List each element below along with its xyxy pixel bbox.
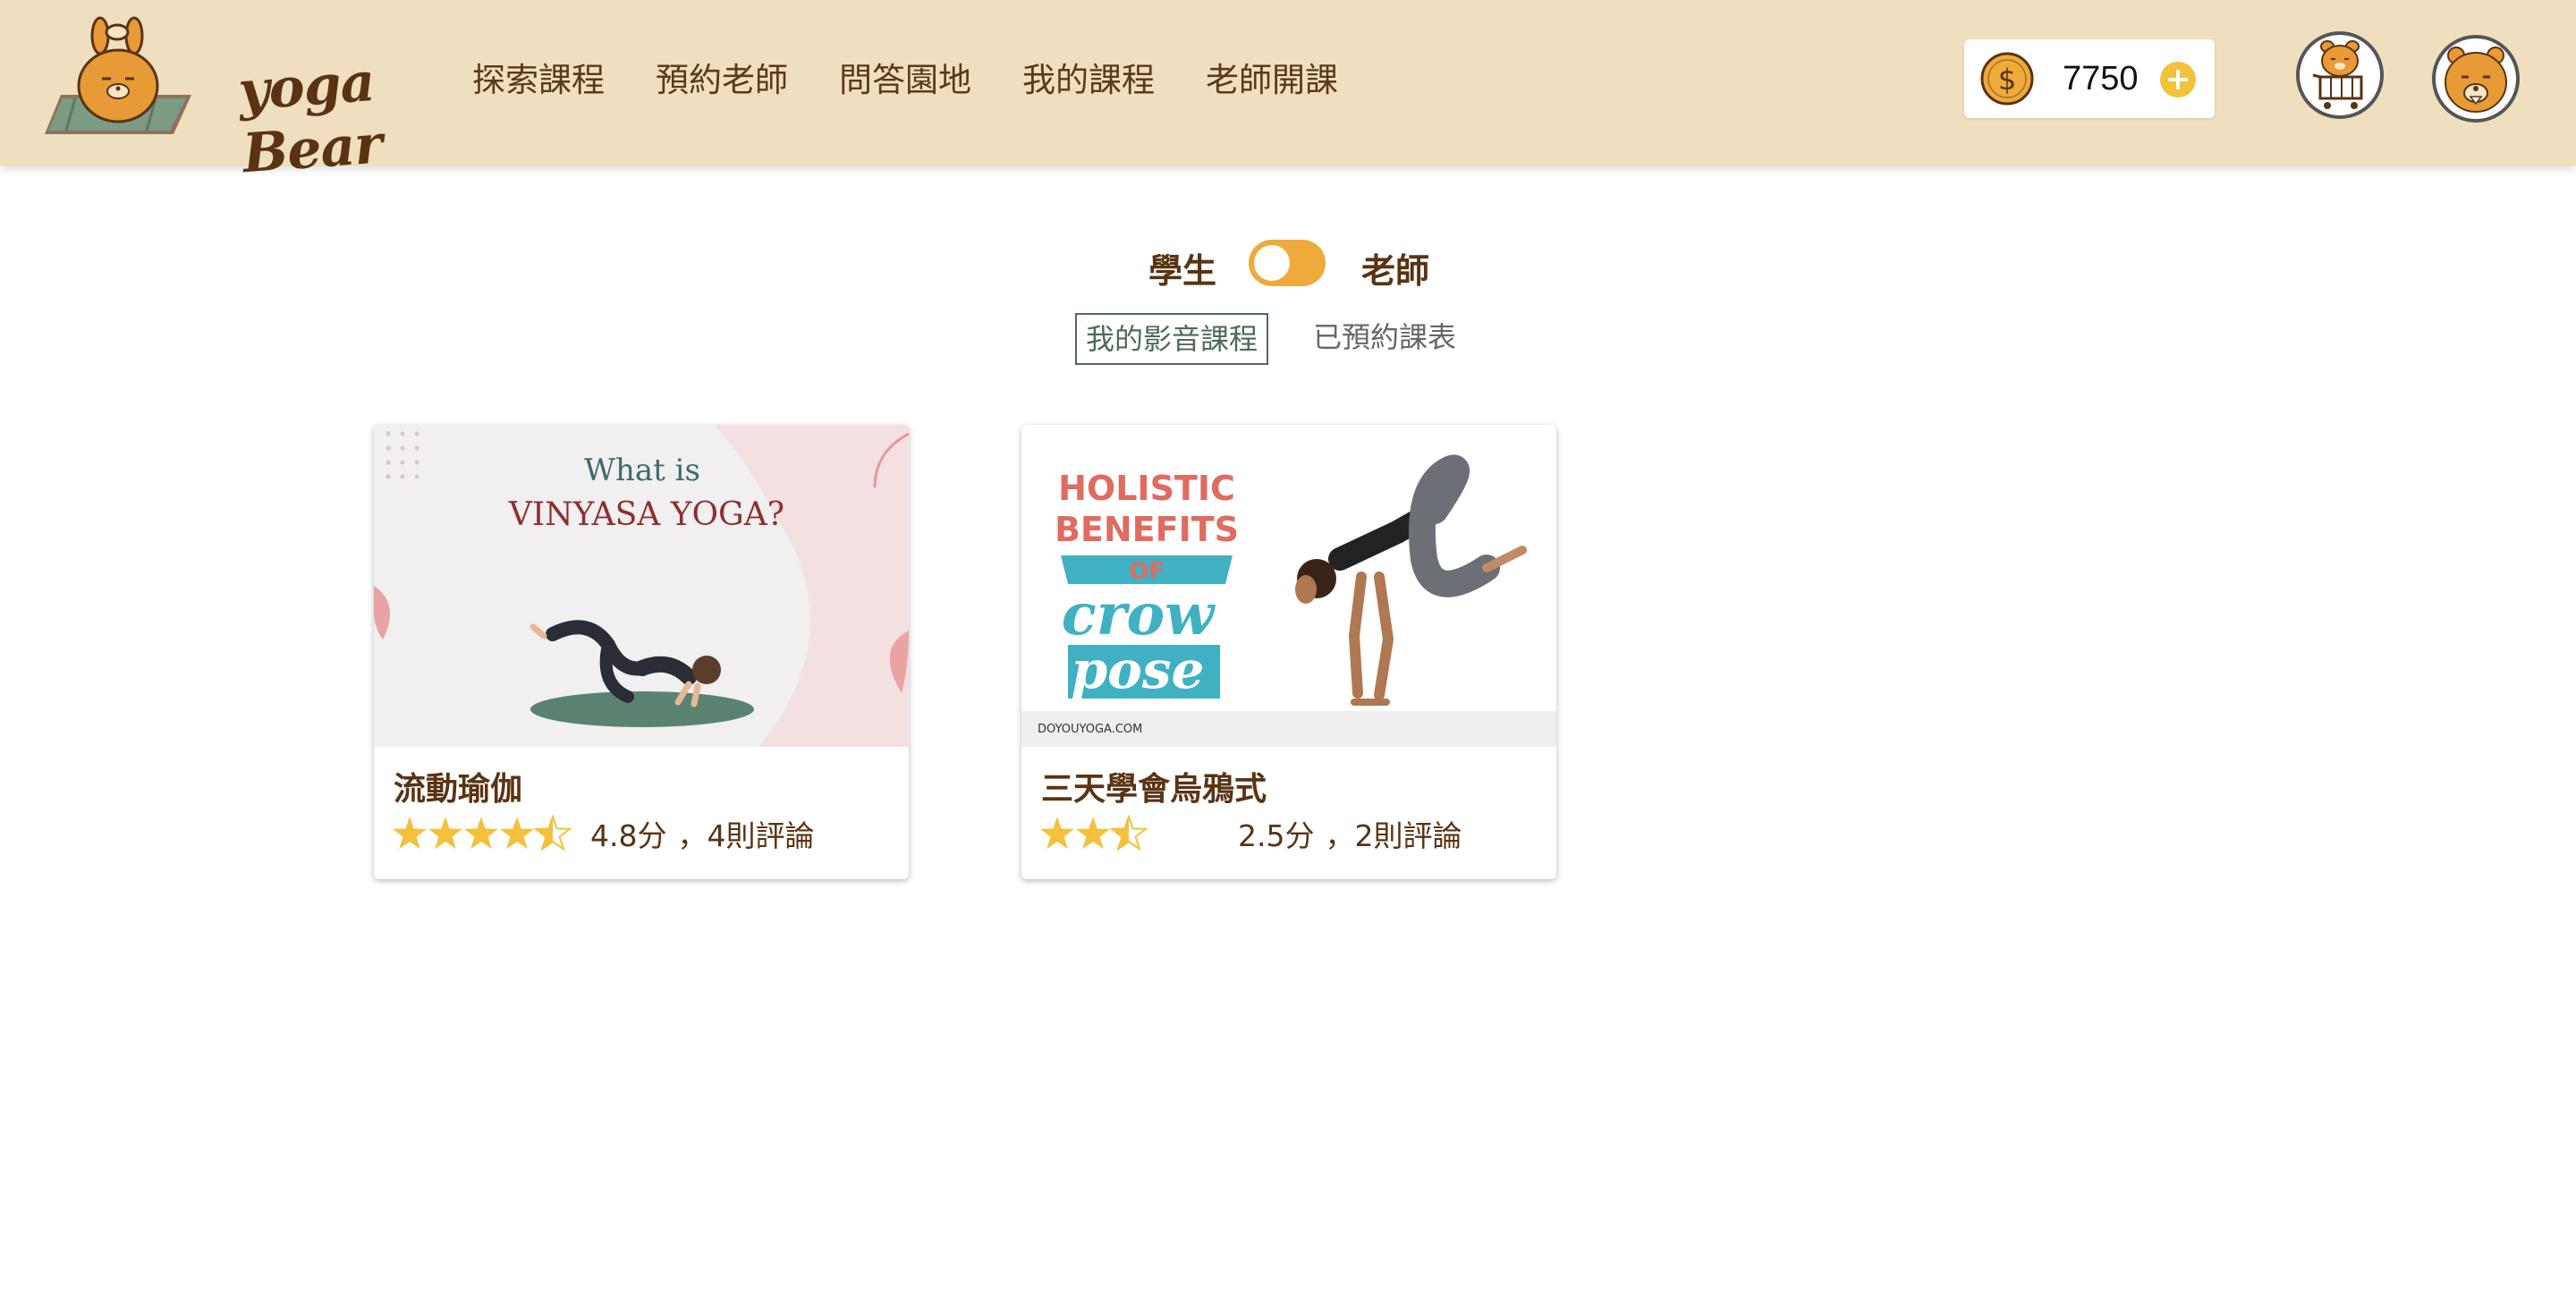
course-title: 流動瑜伽 xyxy=(394,771,523,808)
star-rating-icon xyxy=(392,815,572,851)
rating-value: 4.8分 xyxy=(590,818,667,853)
points-balance: $ 7750 xyxy=(1964,39,2215,118)
star-full xyxy=(499,817,535,850)
thumbnail-line-5: pose xyxy=(1072,640,1205,700)
bear-avatar-icon xyxy=(2432,35,2520,123)
course-card[interactable]: HOLISTIC BENEFITS OF crow pose DOYOUYOGA… xyxy=(1021,425,1556,879)
points-value: 7750 xyxy=(2063,60,2139,97)
rating-row: 4.8分 ，4則評論 xyxy=(392,811,814,856)
star-rating-icon xyxy=(1039,815,1148,851)
thumbnail-line-4: crow xyxy=(1062,581,1216,648)
star-full xyxy=(428,817,463,850)
thumbnail-line-1: HOLISTIC xyxy=(1058,469,1235,508)
yoga-bear-logo[interactable]: yoga Bear xyxy=(39,16,384,185)
rating-row: 2.5分 ，2則評論 xyxy=(1039,811,1462,856)
top-header: yoga Bear 探索課程 預約老師 問答園地 我的課程 老師開課 $ 775… xyxy=(0,0,2576,185)
nav-my-courses[interactable]: 我的課程 xyxy=(1022,55,1155,106)
course-thumbnail-crow-pose: HOLISTIC BENEFITS OF crow pose DOYOUYOGA… xyxy=(1021,425,1556,747)
thumbnail-heading-1: What is xyxy=(584,453,700,488)
thumbnail-line-2: BENEFITS xyxy=(1055,510,1239,549)
svg-text:$: $ xyxy=(1998,63,2016,97)
thumbnail-heading-2: VINYASA YOGA? xyxy=(508,496,784,533)
course-thumbnail-vinyasa: What is VINYASA YOGA? xyxy=(374,425,909,747)
nav-explore-courses[interactable]: 探索課程 xyxy=(472,55,605,106)
nav-book-teacher[interactable]: 預約老師 xyxy=(656,55,788,106)
course-card[interactable]: What is VINYASA YOGA? 流動瑜伽 4.8分 ，4則評論 xyxy=(374,425,909,879)
rating-value: 2.5分 xyxy=(1238,818,1315,853)
nav-teacher-create-course[interactable]: 老師開課 xyxy=(1206,55,1338,106)
review-count: ，4則評論 xyxy=(677,818,815,853)
star-full xyxy=(1075,817,1111,850)
course-title: 三天學會烏鴉式 xyxy=(1041,771,1267,808)
role-teacher-label[interactable]: 老師 xyxy=(1361,243,1429,292)
plus-circle-icon[interactable] xyxy=(2159,61,2197,98)
star-full xyxy=(392,817,428,850)
tab-booked-schedule[interactable]: 已預約課表 xyxy=(1313,313,1456,361)
role-toggle-switch[interactable] xyxy=(1249,240,1326,286)
dollar-coin-icon: $ xyxy=(1980,52,2034,106)
toggle-knob xyxy=(1254,245,1290,281)
nav-qa-forum[interactable]: 問答園地 xyxy=(839,55,971,106)
logo-text: yoga Bear xyxy=(236,51,385,186)
star-full xyxy=(1039,817,1075,850)
bear-cart-icon xyxy=(2296,31,2384,119)
role-student-label[interactable]: 學生 xyxy=(1148,243,1216,292)
thumbnail-credit: DOYOUYOGA.COM xyxy=(1038,723,1142,736)
cart-button[interactable] xyxy=(2295,30,2385,120)
review-count: ，2則評論 xyxy=(1325,818,1462,853)
tab-my-video-courses[interactable]: 我的影音課程 xyxy=(1075,313,1269,365)
main-nav: 探索課程 預約老師 問答園地 我的課程 老師開課 xyxy=(472,55,1389,106)
user-avatar[interactable] xyxy=(2431,34,2521,123)
star-full xyxy=(463,817,499,850)
